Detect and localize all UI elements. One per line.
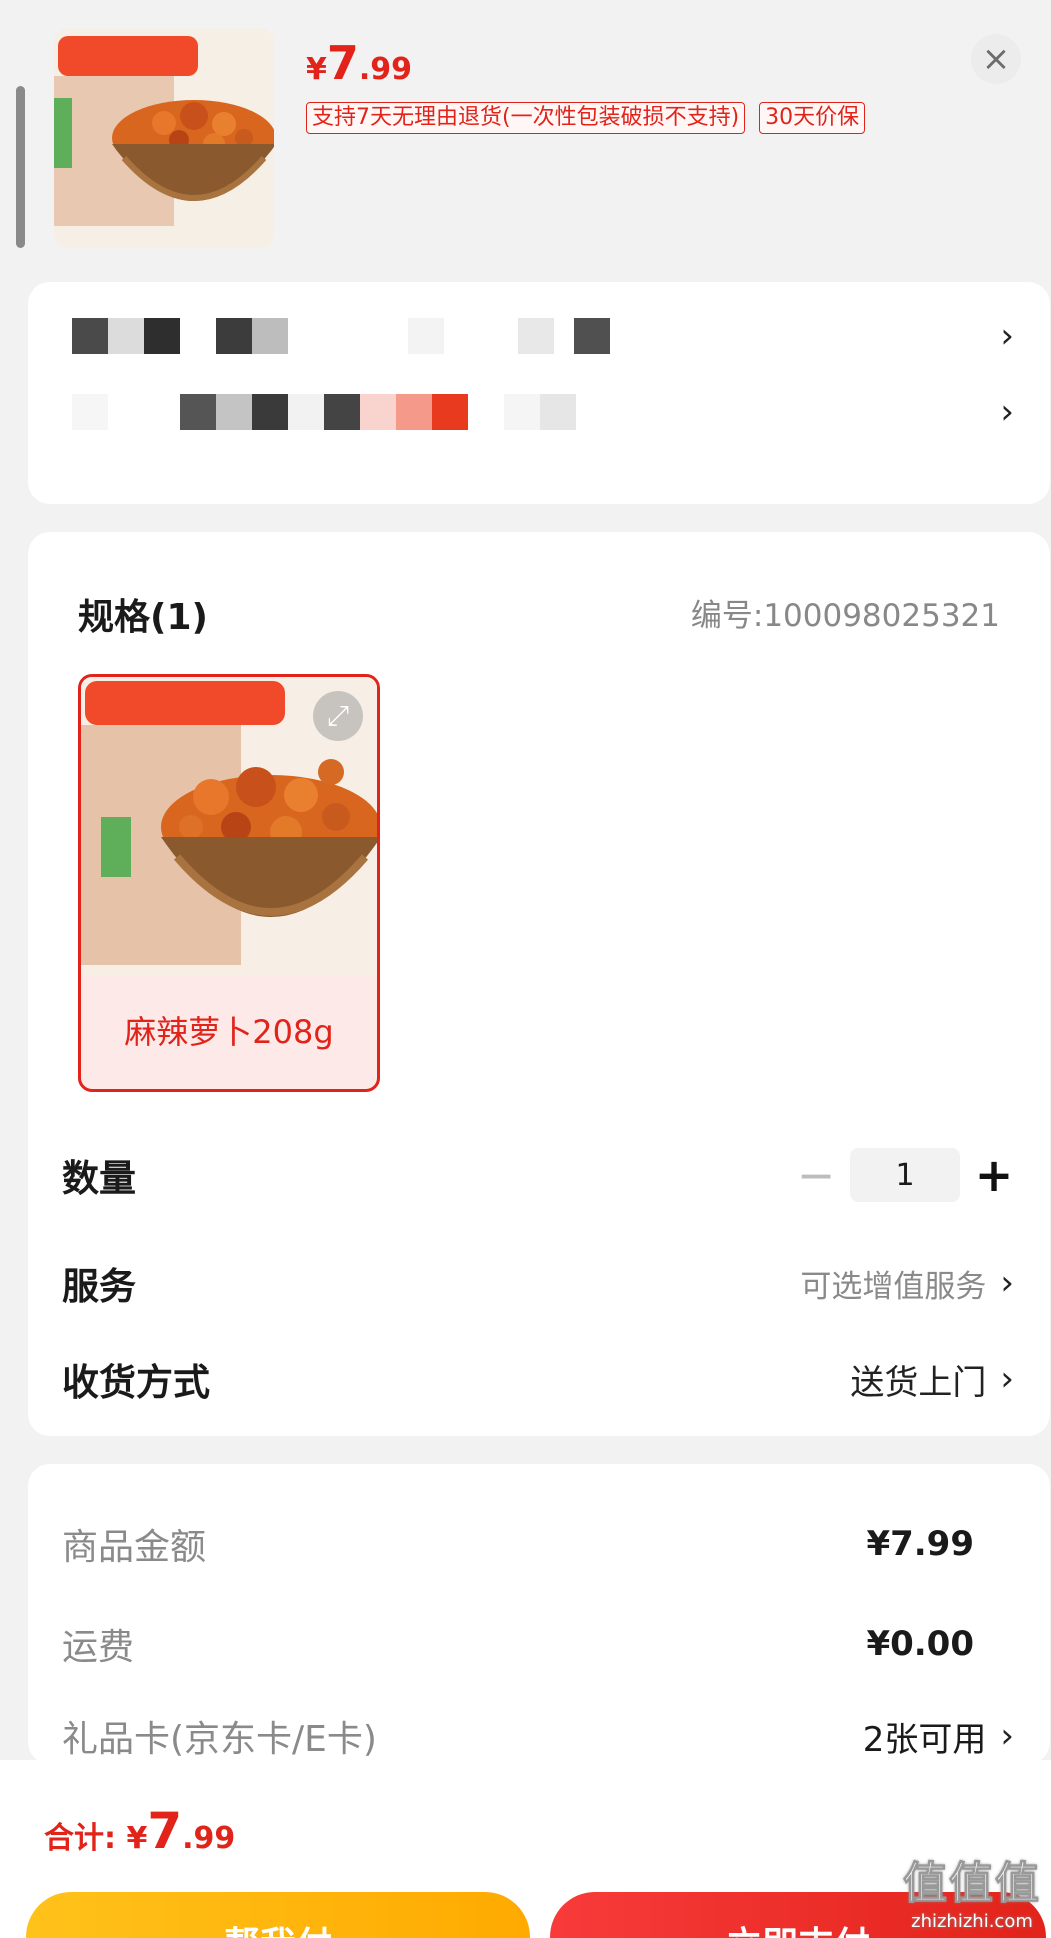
price-summary-card: 商品金额 ¥7.99 运费 ¥0.00 礼品卡(京东卡/E卡) 2张可用 › xyxy=(28,1464,1050,1764)
goods-amount-label: 商品金额 xyxy=(62,1527,207,1568)
quantity-minus-button[interactable]: − xyxy=(796,1148,836,1202)
close-button[interactable]: × xyxy=(971,34,1021,84)
total-price: 合计: ¥7.99 xyxy=(44,1802,235,1860)
quantity-row: 数量 − 1 + xyxy=(62,1148,1014,1202)
product-thumbnail xyxy=(54,28,274,248)
giftcard-label: 礼品卡(京东卡/E卡) xyxy=(62,1719,377,1760)
address-card[interactable]: › › xyxy=(28,282,1050,504)
spec-title: 规格(1) xyxy=(78,597,208,638)
shipping-value: ¥0.00 xyxy=(866,1624,974,1664)
scroll-indicator[interactable] xyxy=(16,86,25,248)
price-integer: 7 xyxy=(326,36,359,90)
chevron-right-icon: › xyxy=(1000,1359,1014,1399)
product-price: ¥7.99 xyxy=(306,36,412,90)
address-line-1-redacted xyxy=(72,318,610,354)
spec-option-label: 麻辣萝卜208g xyxy=(124,1013,334,1051)
watermark-url: zhizhizhi.com xyxy=(911,1911,1033,1932)
service-row[interactable]: 服务 可选增值服务 › xyxy=(62,1256,1014,1310)
total-integer: 7 xyxy=(147,1802,183,1860)
total-decimal: .99 xyxy=(182,1821,236,1856)
watermark-logo: 值值值 xyxy=(903,1858,1041,1910)
watermark: 值值值 zhizhizhi.com xyxy=(903,1847,1041,1933)
price-protect-tag: 30天价保 xyxy=(759,102,866,134)
chevron-right-icon: › xyxy=(1000,1716,1014,1756)
return-policy-tag: 支持7天无理由退货(一次性包装破损不支持) xyxy=(306,102,746,134)
quantity-plus-button[interactable]: + xyxy=(974,1148,1014,1202)
quantity-label: 数量 xyxy=(62,1157,136,1200)
spec-option-selected[interactable]: ⤢ 麻辣萝卜208g xyxy=(78,674,380,1092)
service-value: 可选增值服务 xyxy=(800,1268,987,1305)
help-pay-button[interactable]: 帮我付 xyxy=(26,1892,530,1938)
chevron-right-icon: › xyxy=(1000,316,1014,356)
close-icon: × xyxy=(981,39,1011,79)
quantity-input[interactable]: 1 xyxy=(850,1148,960,1202)
service-label: 服务 xyxy=(62,1265,136,1308)
address-row-2[interactable]: › xyxy=(72,392,1014,432)
product-code: 编号:100098025321 xyxy=(690,598,1000,634)
giftcard-value: 2张可用 xyxy=(862,1719,987,1760)
spec-card: 规格(1) 编号:100098025321 ⤢ 麻辣萝卜208g 数量 − 1 … xyxy=(28,532,1050,1436)
goods-amount-value: ¥7.99 xyxy=(866,1524,974,1564)
shipping-row: 运费 ¥0.00 xyxy=(62,1618,974,1670)
service-tags: 支持7天无理由退货(一次性包装破损不支持) 30天价保 xyxy=(306,102,866,134)
quantity-stepper: − 1 + xyxy=(796,1148,1014,1202)
chevron-right-icon: › xyxy=(1000,392,1014,432)
shipping-label: 运费 xyxy=(62,1627,135,1668)
delivery-value: 送货上门 xyxy=(850,1362,987,1403)
expand-icon[interactable]: ⤢ xyxy=(313,691,363,741)
address-row-1[interactable]: › xyxy=(72,316,1014,356)
total-label: 合计: xyxy=(44,1821,127,1856)
price-currency: ¥ xyxy=(306,52,327,87)
total-currency: ¥ xyxy=(126,1821,148,1856)
delivery-label: 收货方式 xyxy=(62,1361,210,1404)
delivery-row[interactable]: 收货方式 送货上门 › xyxy=(62,1352,1014,1406)
address-line-2-redacted xyxy=(72,394,576,430)
chevron-right-icon: › xyxy=(1000,1263,1014,1303)
checkout-bar: 合计: ¥7.99 帮我付 立即支付 值值值 zhizhizhi.com xyxy=(0,1760,1051,1938)
giftcard-row[interactable]: 礼品卡(京东卡/E卡) 2张可用 › xyxy=(62,1710,1014,1762)
goods-amount-row: 商品金额 ¥7.99 xyxy=(62,1518,974,1570)
price-decimal: .99 xyxy=(358,52,413,87)
